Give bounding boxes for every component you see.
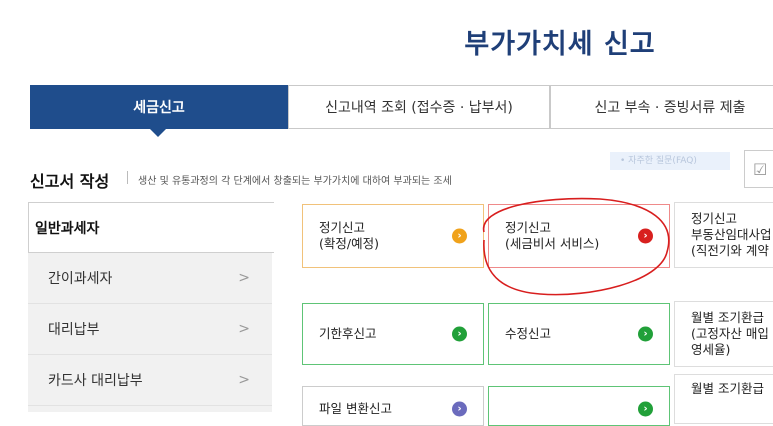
card-late-filing[interactable]: 기한후신고 › [302, 303, 484, 365]
arrow-right-icon: › [638, 228, 653, 244]
tab-label: 신고내역 조회 (접수증 · 납부서) [325, 100, 513, 116]
card-label: 수정신고 [505, 326, 552, 341]
tab-bar: 세금신고 신고내역 조회 (접수증 · 납부서) 신고 부속 · 증빙서류 제출 [30, 85, 773, 137]
card-file-conversion-filing[interactable]: 파일 변환신고 › [302, 386, 484, 426]
divider [127, 171, 128, 184]
checklist-icon[interactable]: ☑ [744, 150, 773, 188]
filing-options: 정기신고 (확정/예정) › 정기신고 (세금비서 서비스) › 정기신고 부동… [272, 202, 773, 426]
chevron-right-icon: > [238, 321, 250, 337]
sidebar-item-proxy-payment[interactable]: 대리납부 > [28, 304, 272, 355]
sidebar-item-general-taxpayer[interactable]: 일반과세자 [28, 202, 274, 253]
card-label: 정기신고 부동산임대사업 (직전기와 계약 [691, 211, 772, 258]
arrow-right-icon: › [452, 228, 467, 244]
card-filing-option[interactable]: › [488, 386, 670, 426]
sidebar-item-simplified-taxpayer[interactable]: 간이과세자 > [28, 253, 272, 304]
arrow-right-icon: › [638, 326, 653, 342]
sidebar-item-card-proxy-payment[interactable]: 카드사 대리납부 > [28, 355, 272, 406]
card-regular-filing-tax-secretary[interactable]: 정기신고 (세금비서 서비스) › [488, 204, 670, 268]
arrow-right-icon: › [452, 326, 467, 342]
sidebar-item-label: 간이과세자 [48, 271, 113, 287]
sidebar-item-label: 대리납부 [48, 322, 100, 338]
card-label: 정기신고 (세금비서 서비스) [505, 220, 600, 251]
arrow-right-icon: › [638, 401, 653, 417]
card-regular-filing[interactable]: 정기신고 (확정/예정) › [302, 204, 484, 268]
card-label: 정기신고 (확정/예정) [319, 220, 379, 251]
tab-attachment-submit[interactable]: 신고 부속 · 증빙서류 제출 [550, 85, 773, 129]
tab-tax-filing[interactable]: 세금신고 [30, 85, 288, 137]
chevron-right-icon: > [238, 372, 250, 388]
sidebar: 일반과세자 간이과세자 > 대리납부 > 카드사 대리납부 > [28, 202, 274, 412]
card-label: 파일 변환신고 [319, 401, 392, 416]
card-amended-filing[interactable]: 수정신고 › [488, 303, 670, 365]
card-regular-filing-real-estate[interactable]: 정기신고 부동산임대사업 (직전기와 계약 [674, 202, 773, 268]
tab-label: 세금신고 [133, 100, 185, 116]
faq-link[interactable]: • 자주한 질문(FAQ) [610, 152, 730, 170]
card-monthly-early-refund-2[interactable]: 월별 조기환급 [674, 374, 773, 424]
card-label: 기한후신고 [319, 326, 377, 341]
card-label: 월별 조기환급 [691, 381, 764, 396]
tab-label: 신고 부속 · 증빙서류 제출 [594, 100, 746, 116]
arrow-right-icon: › [452, 401, 467, 417]
active-tab-pointer [149, 128, 167, 137]
card-monthly-early-refund[interactable]: 월별 조기환급 (고정자산 매입 영세율) [674, 301, 773, 367]
page-title: 부가가치세 신고 [464, 29, 656, 60]
card-label: 월별 조기환급 (고정자산 매입 영세율) [691, 310, 769, 357]
sidebar-item-label: 카드사 대리납부 [48, 373, 143, 389]
tab-filing-history[interactable]: 신고내역 조회 (접수증 · 납부서) [288, 85, 550, 129]
section-title: 신고서 작성 [30, 172, 110, 191]
chevron-right-icon: > [238, 270, 250, 286]
section-description: 생산 및 유통과정의 각 단계에서 창출되는 부가가치에 대하여 부과되는 조세 [138, 176, 452, 187]
sidebar-item-label: 일반과세자 [35, 220, 100, 237]
